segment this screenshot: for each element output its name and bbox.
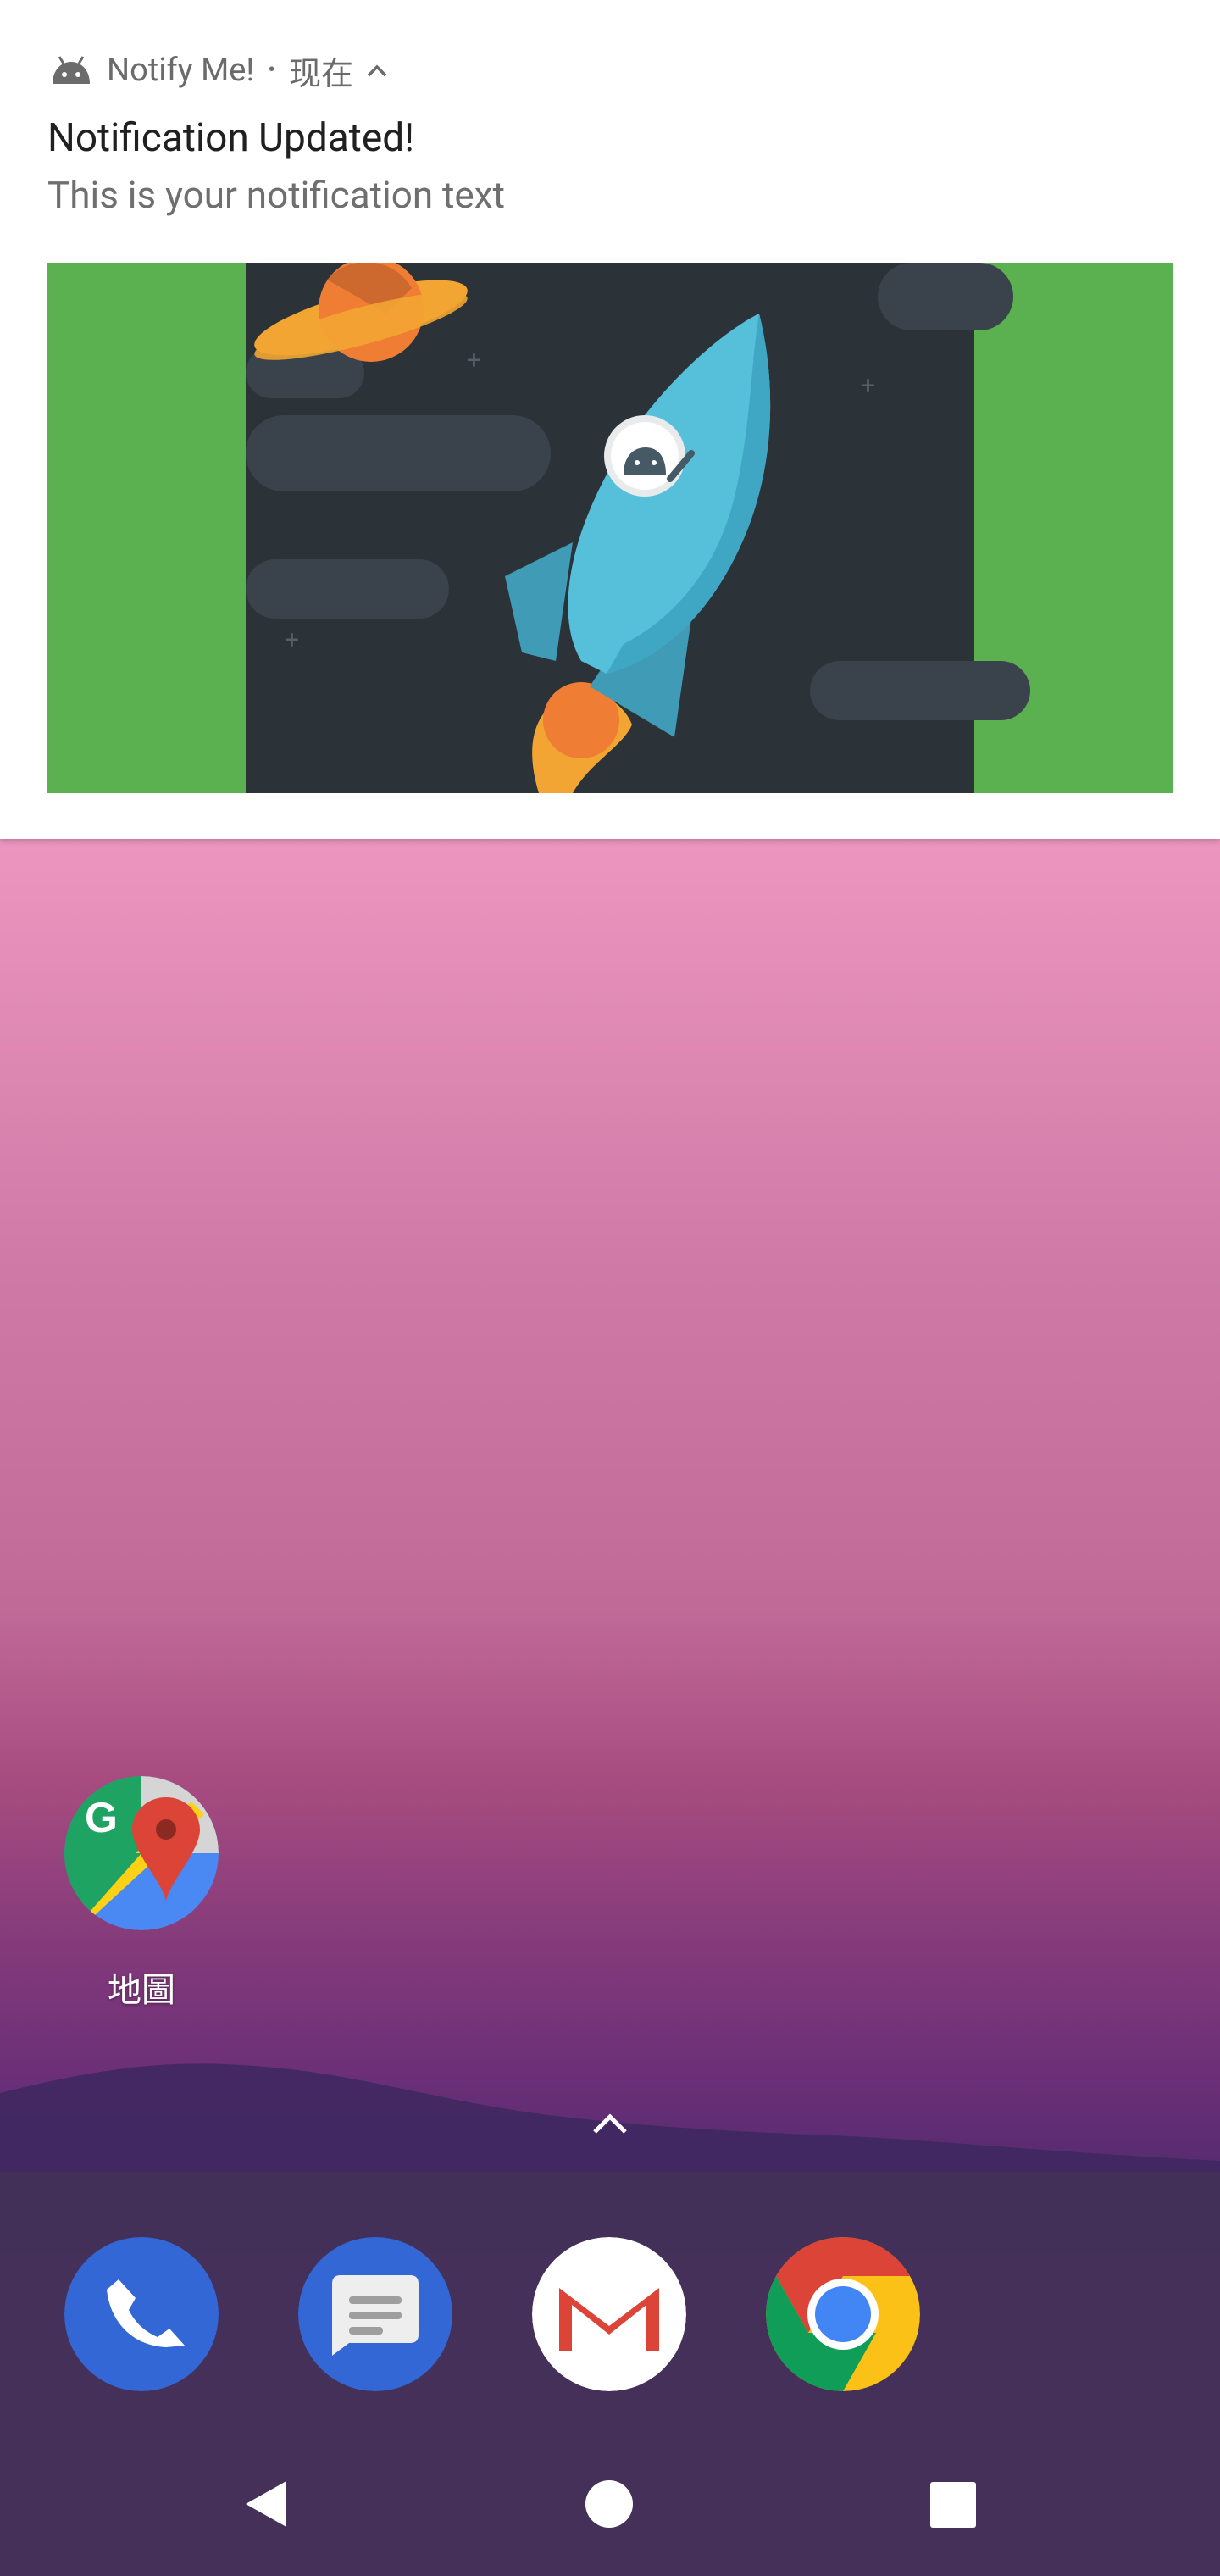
messages-icon[interactable] xyxy=(298,2237,452,2391)
android-icon xyxy=(53,56,90,84)
svg-text:+: + xyxy=(285,625,299,655)
home-circle-icon[interactable] xyxy=(585,2479,634,2529)
chevron-up-icon[interactable] xyxy=(365,62,389,79)
notification-text: This is your notification text xyxy=(47,173,505,217)
notification-title: Notification Updated! xyxy=(47,115,415,161)
svg-text:+: + xyxy=(467,346,481,375)
notification-card[interactable]: Notify Me! • 现在 Notification Updated! Th… xyxy=(0,0,1220,839)
app-label-maps: 地圖 xyxy=(108,1970,175,2010)
chrome-icon[interactable] xyxy=(766,2237,920,2391)
notification-big-picture: + + + xyxy=(47,263,1173,793)
svg-text:+: + xyxy=(861,371,875,401)
rocket-image: + + + xyxy=(47,263,1173,793)
notification-header: Notify Me! • 现在 xyxy=(47,49,389,93)
phone-icon[interactable] xyxy=(64,2237,219,2391)
recents-square-icon[interactable] xyxy=(930,2482,976,2528)
back-triangle-icon[interactable] xyxy=(242,2479,291,2529)
svg-text:G: G xyxy=(85,1794,118,1841)
notification-time: 现在 xyxy=(288,55,353,93)
notification-app-name: Notify Me! xyxy=(107,52,255,89)
header-separator: • xyxy=(268,58,275,83)
google-maps-icon[interactable]: G xyxy=(64,1776,219,1930)
all-apps-chevron-icon[interactable] xyxy=(590,2110,630,2137)
gmail-icon[interactable] xyxy=(532,2237,686,2391)
